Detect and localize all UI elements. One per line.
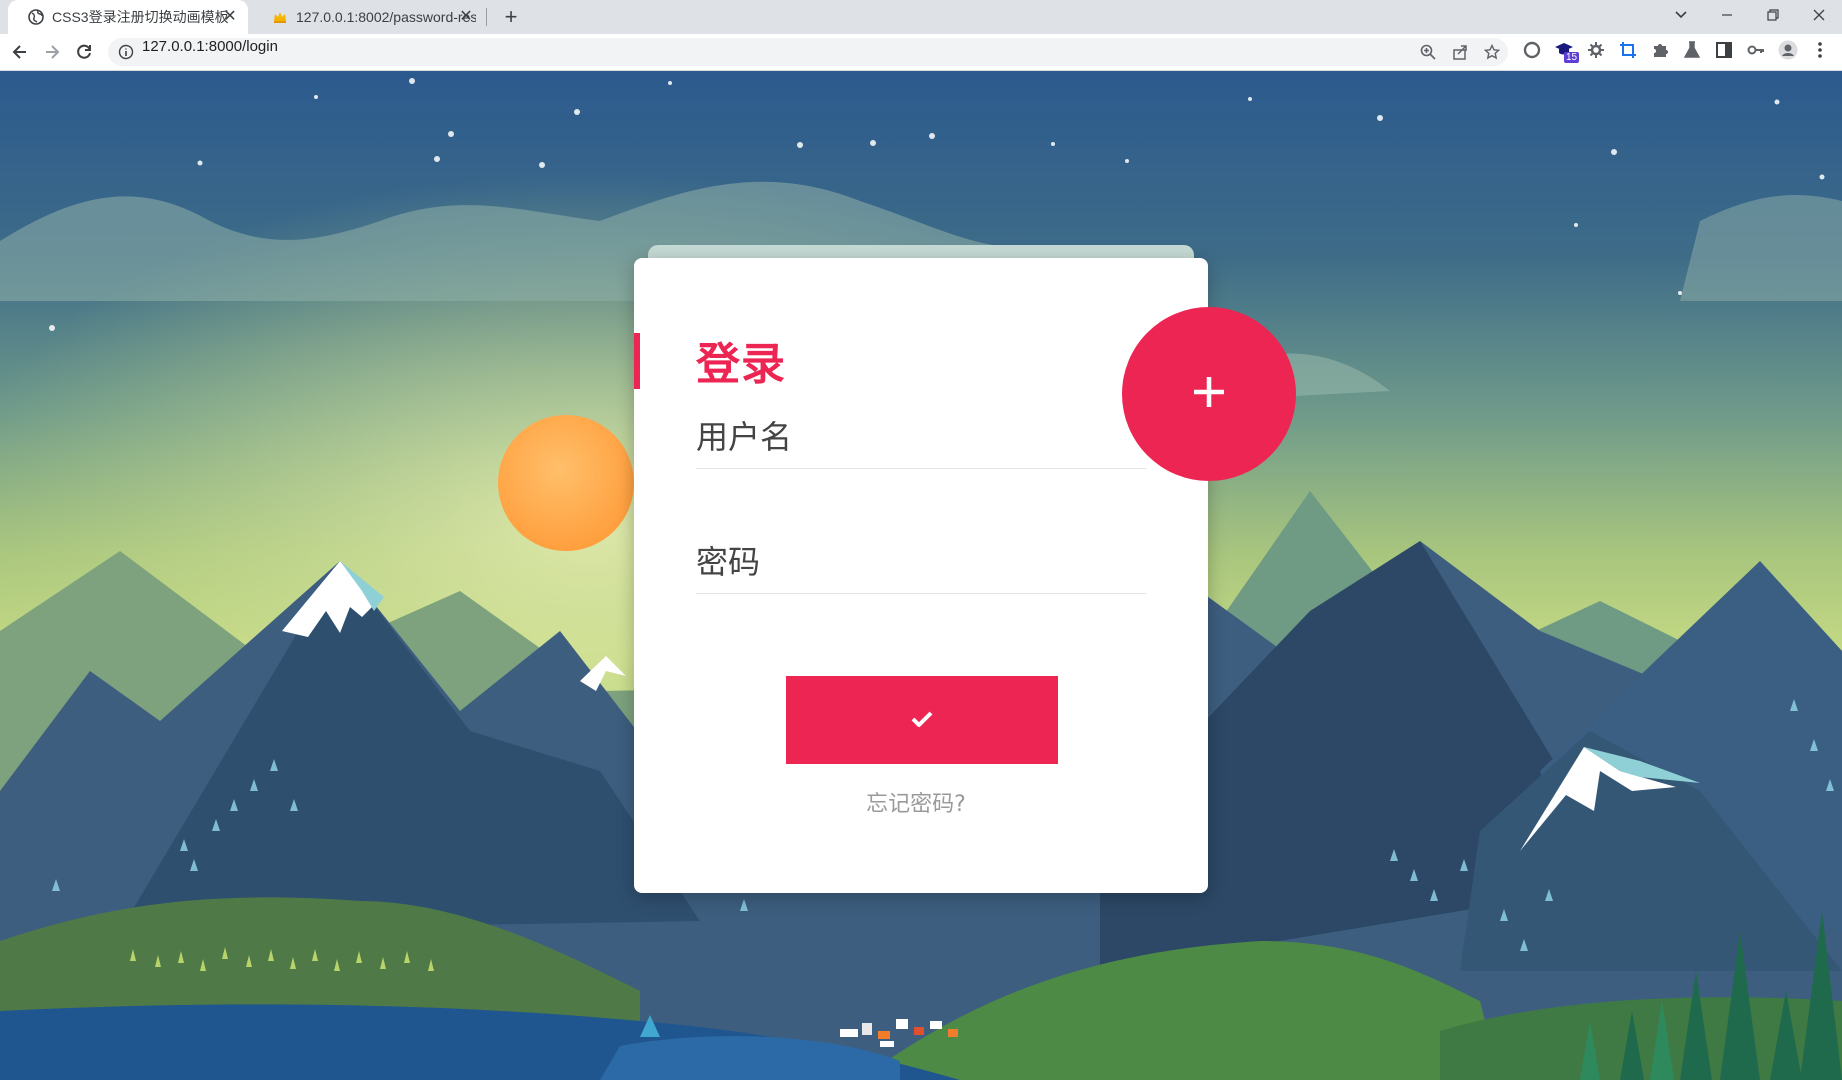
tab-login-template[interactable]: CSS3登录注册切换动画模板 - 站 ✕: [8, 0, 248, 34]
plus-icon: [1191, 374, 1227, 414]
crown-favicon: [272, 9, 288, 25]
crop-extension-icon[interactable]: [1618, 40, 1638, 60]
password-input[interactable]: [696, 533, 1146, 591]
tab-title: CSS3登录注册切换动画模板 - 站: [52, 9, 232, 25]
login-title: 登录: [696, 339, 786, 390]
profile-icon[interactable]: [1778, 40, 1798, 60]
url-text: 127.0.0.1:8000/login: [142, 38, 278, 55]
record-extension-icon[interactable]: [1522, 40, 1542, 60]
register-toggle-button[interactable]: [1122, 307, 1296, 481]
page-viewport: 登录 忘记密码?: [0, 71, 1842, 1080]
browser-toolbar: 127.0.0.1:8000/login 15: [0, 34, 1842, 71]
username-input[interactable]: [696, 408, 1146, 466]
reload-icon[interactable]: [72, 40, 96, 64]
restore-icon[interactable]: [1750, 0, 1796, 30]
sidebar-icon[interactable]: [1714, 40, 1734, 60]
extension-badge: 15: [1564, 52, 1580, 63]
key-icon[interactable]: [1746, 40, 1766, 60]
username-field: [696, 408, 1146, 469]
info-icon[interactable]: [118, 44, 134, 60]
address-bar[interactable]: 127.0.0.1:8000/login: [108, 38, 1508, 66]
flask-icon[interactable]: [1682, 40, 1702, 60]
menu-icon[interactable]: [1810, 40, 1830, 60]
forgot-password-text: 忘记密码?: [866, 792, 966, 817]
tab-password-reset[interactable]: 127.0.0.1:8002/password-reset ✕: [252, 0, 484, 34]
tab-title: 127.0.0.1:8002/password-reset: [296, 9, 476, 25]
check-icon: [911, 710, 933, 731]
forgot-password-link[interactable]: 忘记密码?: [634, 786, 1208, 818]
close-tab-icon[interactable]: ✕: [222, 9, 238, 25]
back-icon[interactable]: [8, 40, 32, 64]
puzzle-icon[interactable]: [1650, 40, 1670, 60]
settings-extension-icon[interactable]: [1586, 40, 1606, 60]
close-window-icon[interactable]: [1796, 0, 1842, 30]
submit-button[interactable]: [786, 676, 1058, 764]
globe-icon: [28, 9, 44, 25]
star-icon[interactable]: [1484, 44, 1500, 60]
zoom-icon[interactable]: [1420, 44, 1436, 60]
tab-search-icon[interactable]: [1658, 0, 1704, 30]
tab-strip: CSS3登录注册切换动画模板 - 站 ✕ 127.0.0.1:8002/pass…: [0, 0, 1842, 34]
tab-separator: [486, 8, 487, 26]
title-accent-bar: [634, 333, 640, 389]
close-tab-icon[interactable]: ✕: [458, 9, 474, 25]
login-card: 登录 忘记密码?: [634, 258, 1208, 893]
share-icon[interactable]: [1452, 44, 1468, 60]
password-field: [696, 533, 1146, 594]
new-tab-button[interactable]: +: [498, 4, 524, 30]
forward-icon[interactable]: [40, 40, 64, 64]
minimize-icon[interactable]: [1704, 0, 1750, 30]
